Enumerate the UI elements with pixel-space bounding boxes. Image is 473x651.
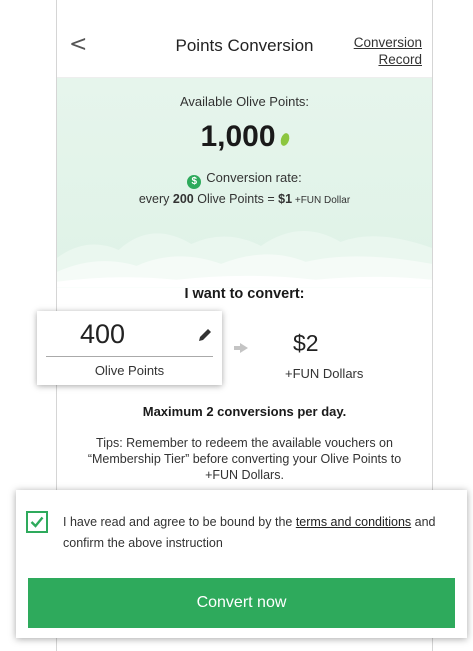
rate-label-text: Conversion rate: [206,170,302,185]
input-unit-label: Olive Points [94,363,165,378]
checkmark-icon [30,516,44,528]
points-input[interactable] [80,319,180,350]
conversion-rate-label: $ Conversion rate: [57,170,432,189]
converted-unit: +FUN Dollars [285,366,364,381]
terms-link[interactable]: terms and conditions [296,515,411,529]
agreement-text-before: I have read and agree to be bound by the [63,515,296,529]
balance-panel: Available Olive Points: 1,000 $ Conversio… [57,78,432,288]
tips-text: Tips: Remember to redeem the available v… [87,436,402,482]
app-header: < Points Conversion Conversion Record [57,0,432,78]
points-amount: 1,000 [200,120,276,153]
input-underline [46,356,213,357]
arrow-right-icon [240,343,248,353]
olive-icon [278,132,291,147]
available-points-value: 1,000 [57,120,432,154]
agreement-card: I have read and agree to be bound by the… [16,490,467,638]
converted-amount: $2 [293,330,319,356]
cloud-decoration [57,230,432,288]
convert-heading: I want to convert: [184,286,305,302]
dollar-circle-icon: $ [187,175,202,189]
agreement-text: I have read and agree to be bound by the… [63,512,455,554]
points-input-card[interactable]: Olive Points [37,311,222,385]
record-link-line1: Conversion [353,35,422,50]
available-points-label: Available Olive Points: [179,94,310,109]
agree-checkbox[interactable] [26,511,48,533]
pencil-icon[interactable] [197,327,213,343]
record-link-line2: Record [378,52,422,67]
max-conversions-note: Maximum 2 conversions per day. [142,404,347,419]
conversion-record-link[interactable]: Conversion Record [354,34,422,68]
convert-now-button[interactable]: Convert now [28,578,455,628]
